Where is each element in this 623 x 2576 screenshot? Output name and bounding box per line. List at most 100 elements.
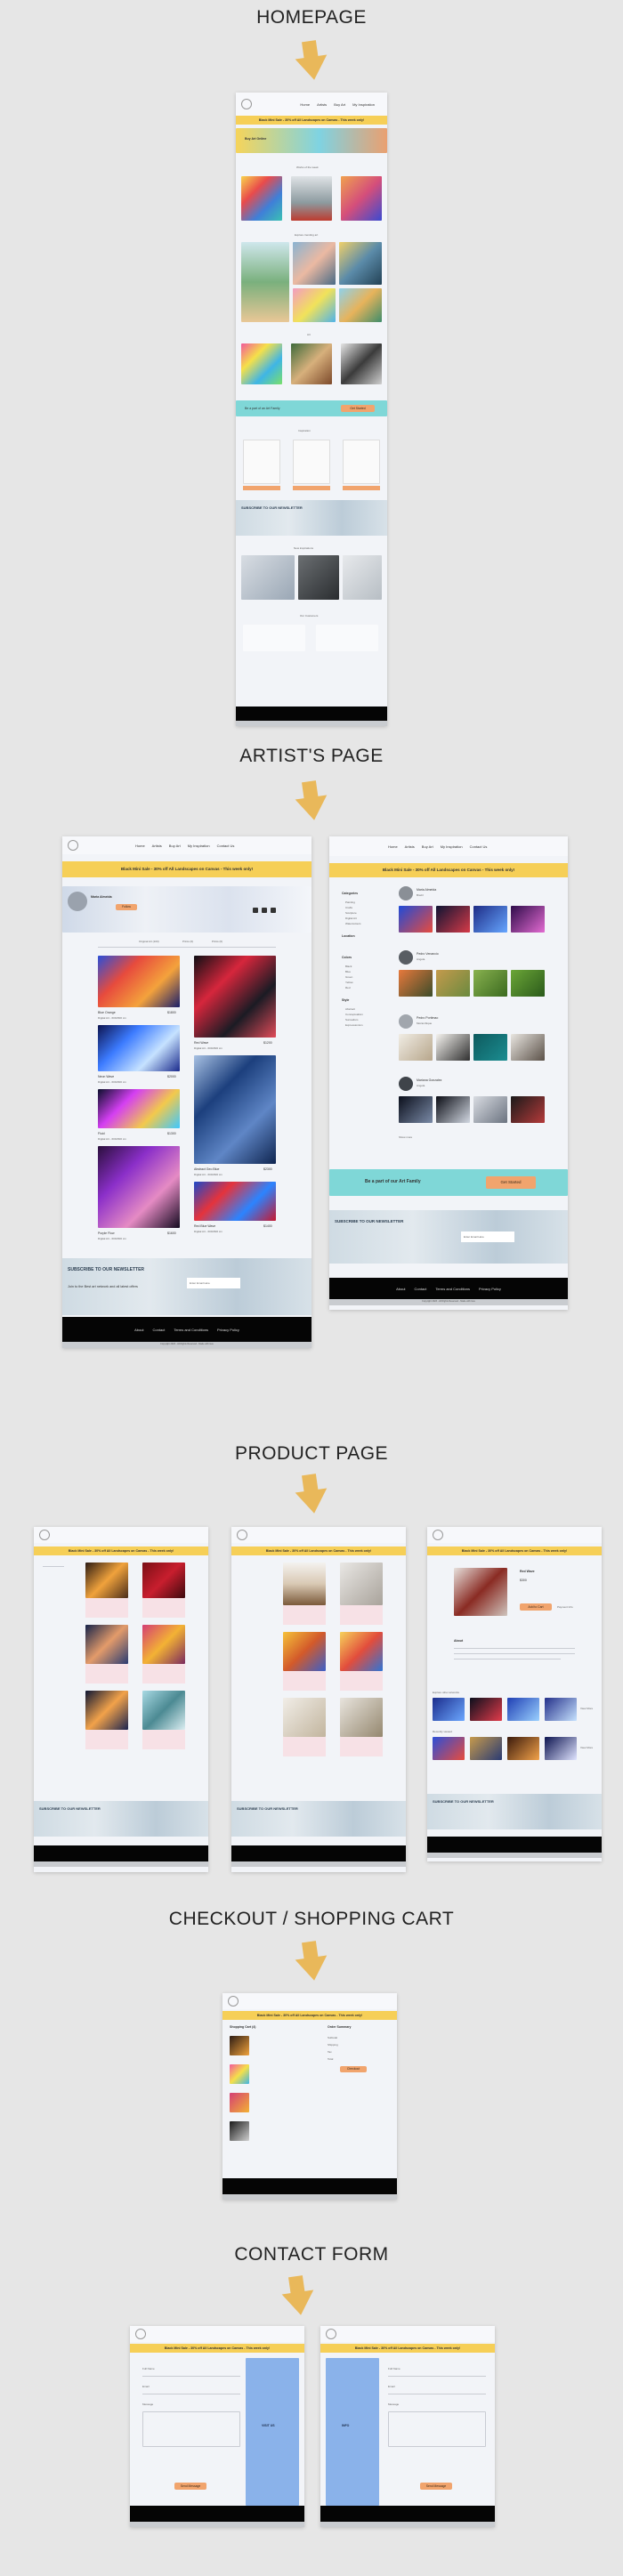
filter-option[interactable]: Watercolours — [345, 922, 361, 925]
footer-link-about[interactable]: About — [396, 1287, 405, 1291]
inspiration-image[interactable] — [241, 555, 295, 600]
artwork-thumb[interactable] — [511, 1034, 545, 1061]
message-field[interactable] — [142, 2411, 240, 2447]
view-more-link[interactable]: View More — [580, 1746, 593, 1749]
artwork-thumb[interactable] — [293, 242, 336, 285]
product-thumb[interactable] — [507, 1698, 539, 1721]
product-card[interactable] — [343, 440, 380, 484]
nav-link-artists[interactable]: Artists — [405, 844, 415, 849]
product-thumb[interactable] — [433, 1698, 465, 1721]
instagram-icon[interactable] — [262, 908, 267, 913]
product-thumb[interactable] — [340, 1698, 383, 1737]
inspiration-image[interactable] — [343, 555, 382, 600]
show-more-link[interactable]: Show more — [399, 1135, 412, 1139]
artwork-thumb[interactable] — [241, 242, 289, 322]
filter-option[interactable]: Conceptualism — [345, 1013, 363, 1016]
product-card[interactable] — [243, 440, 280, 484]
artwork-thumb[interactable] — [241, 343, 282, 384]
message-field[interactable] — [388, 2411, 486, 2447]
product-card[interactable] — [340, 1605, 383, 1625]
get-started-button[interactable]: Get Started — [486, 1176, 536, 1189]
artwork-thumb[interactable] — [194, 1055, 276, 1164]
name-field[interactable] — [142, 2376, 240, 2377]
product-card[interactable] — [85, 1598, 128, 1618]
buy-button[interactable] — [343, 486, 380, 490]
nav-link-home[interactable]: Home — [300, 102, 310, 107]
nav-link-buy-art[interactable]: Buy Art — [422, 844, 433, 849]
artwork-thumb[interactable] — [293, 288, 336, 322]
filter-option[interactable]: Surrealism — [345, 1018, 358, 1022]
artwork-thumb[interactable] — [436, 906, 470, 933]
get-started-button[interactable]: Get Started — [341, 405, 375, 412]
footer-link-contact[interactable]: Contact — [415, 1287, 427, 1291]
product-thumb[interactable] — [507, 1737, 539, 1760]
nav-link-inspiration[interactable]: My Inspiration — [188, 844, 210, 848]
product-thumb[interactable] — [283, 1632, 326, 1671]
artist-row-name[interactable]: Pedro Venancio — [417, 952, 439, 956]
product-thumb[interactable] — [470, 1698, 502, 1721]
artwork-thumb[interactable] — [473, 1034, 507, 1061]
nav-link-inspiration[interactable]: My Inspiration — [352, 102, 375, 107]
artwork-thumb[interactable] — [194, 956, 276, 1038]
product-thumb[interactable] — [142, 1563, 185, 1598]
product-thumb[interactable] — [545, 1737, 577, 1760]
linkedin-icon[interactable] — [271, 908, 276, 913]
product-thumb[interactable] — [142, 1691, 185, 1730]
artwork-thumb[interactable] — [436, 1096, 470, 1123]
checkout-button[interactable]: Checkout — [340, 2066, 367, 2072]
product-thumb[interactable] — [142, 1625, 185, 1664]
artwork-thumb[interactable] — [436, 1034, 470, 1061]
product-card[interactable] — [340, 1737, 383, 1756]
filter-option[interactable]: Painting — [345, 900, 355, 904]
follow-button[interactable]: Follow — [116, 904, 137, 910]
name-field[interactable] — [388, 2376, 486, 2377]
product-card[interactable] — [85, 1664, 128, 1684]
artwork-thumb[interactable] — [291, 343, 332, 384]
artwork-thumb[interactable] — [511, 906, 545, 933]
nav-link-buy-art[interactable]: Buy Art — [169, 844, 181, 848]
nav-link-contact[interactable]: Contact Us — [470, 844, 488, 849]
footer-link-contact[interactable]: Contact — [153, 1328, 166, 1332]
artwork-thumb[interactable] — [341, 343, 382, 384]
filter-option[interactable]: Black — [345, 965, 352, 968]
artwork-thumb[interactable] — [339, 242, 382, 285]
artwork-thumb[interactable] — [98, 1089, 180, 1128]
artwork-thumb[interactable] — [473, 1096, 507, 1123]
facebook-icon[interactable] — [253, 908, 258, 913]
artist-row-name[interactable]: Maria Almeida — [417, 888, 436, 892]
email-input[interactable]: Enter Email Here — [461, 1231, 514, 1242]
send-button[interactable]: Send Message — [420, 2483, 452, 2490]
inspiration-image[interactable] — [298, 555, 339, 600]
filter-option[interactable]: Blue — [345, 970, 351, 973]
product-thumb[interactable] — [340, 1632, 383, 1671]
artwork-thumb[interactable] — [98, 1025, 180, 1071]
product-thumb[interactable] — [283, 1698, 326, 1737]
product-image[interactable] — [454, 1568, 507, 1616]
filter-option[interactable]: Green — [345, 975, 352, 979]
product-thumb[interactable] — [85, 1691, 128, 1730]
filter-option[interactable]: Red — [345, 986, 351, 989]
view-more-link[interactable]: View More — [580, 1707, 593, 1710]
email-input[interactable]: Enter Email Here — [187, 1278, 240, 1288]
product-card[interactable] — [142, 1730, 185, 1749]
artwork-thumb[interactable] — [473, 970, 507, 997]
buy-button[interactable] — [293, 486, 330, 490]
product-thumb[interactable] — [545, 1698, 577, 1721]
tab-original-art[interactable]: Original Art (103) — [139, 940, 159, 943]
product-thumb[interactable] — [85, 1563, 128, 1598]
filter-option[interactable]: Expressionism — [345, 1023, 363, 1027]
product-thumb[interactable] — [283, 1563, 326, 1605]
add-to-cart-button[interactable]: Add to Cart — [520, 1603, 552, 1611]
artwork-thumb[interactable] — [241, 176, 282, 221]
product-card[interactable] — [283, 1671, 326, 1691]
footer-link-privacy[interactable]: Privacy Policy — [217, 1328, 239, 1332]
product-card[interactable] — [283, 1737, 326, 1756]
artwork-thumb[interactable] — [291, 176, 332, 221]
footer-link-terms[interactable]: Terms and Conditions — [174, 1328, 208, 1332]
nav-link-home[interactable]: Home — [388, 844, 398, 849]
artwork-thumb[interactable] — [98, 956, 180, 1007]
artist-row-name[interactable]: Mariana Gonzalez — [417, 1078, 441, 1082]
filter-option[interactable]: Crafts — [345, 906, 352, 909]
product-card[interactable] — [142, 1598, 185, 1618]
filter-option[interactable]: Yellow — [345, 981, 353, 984]
